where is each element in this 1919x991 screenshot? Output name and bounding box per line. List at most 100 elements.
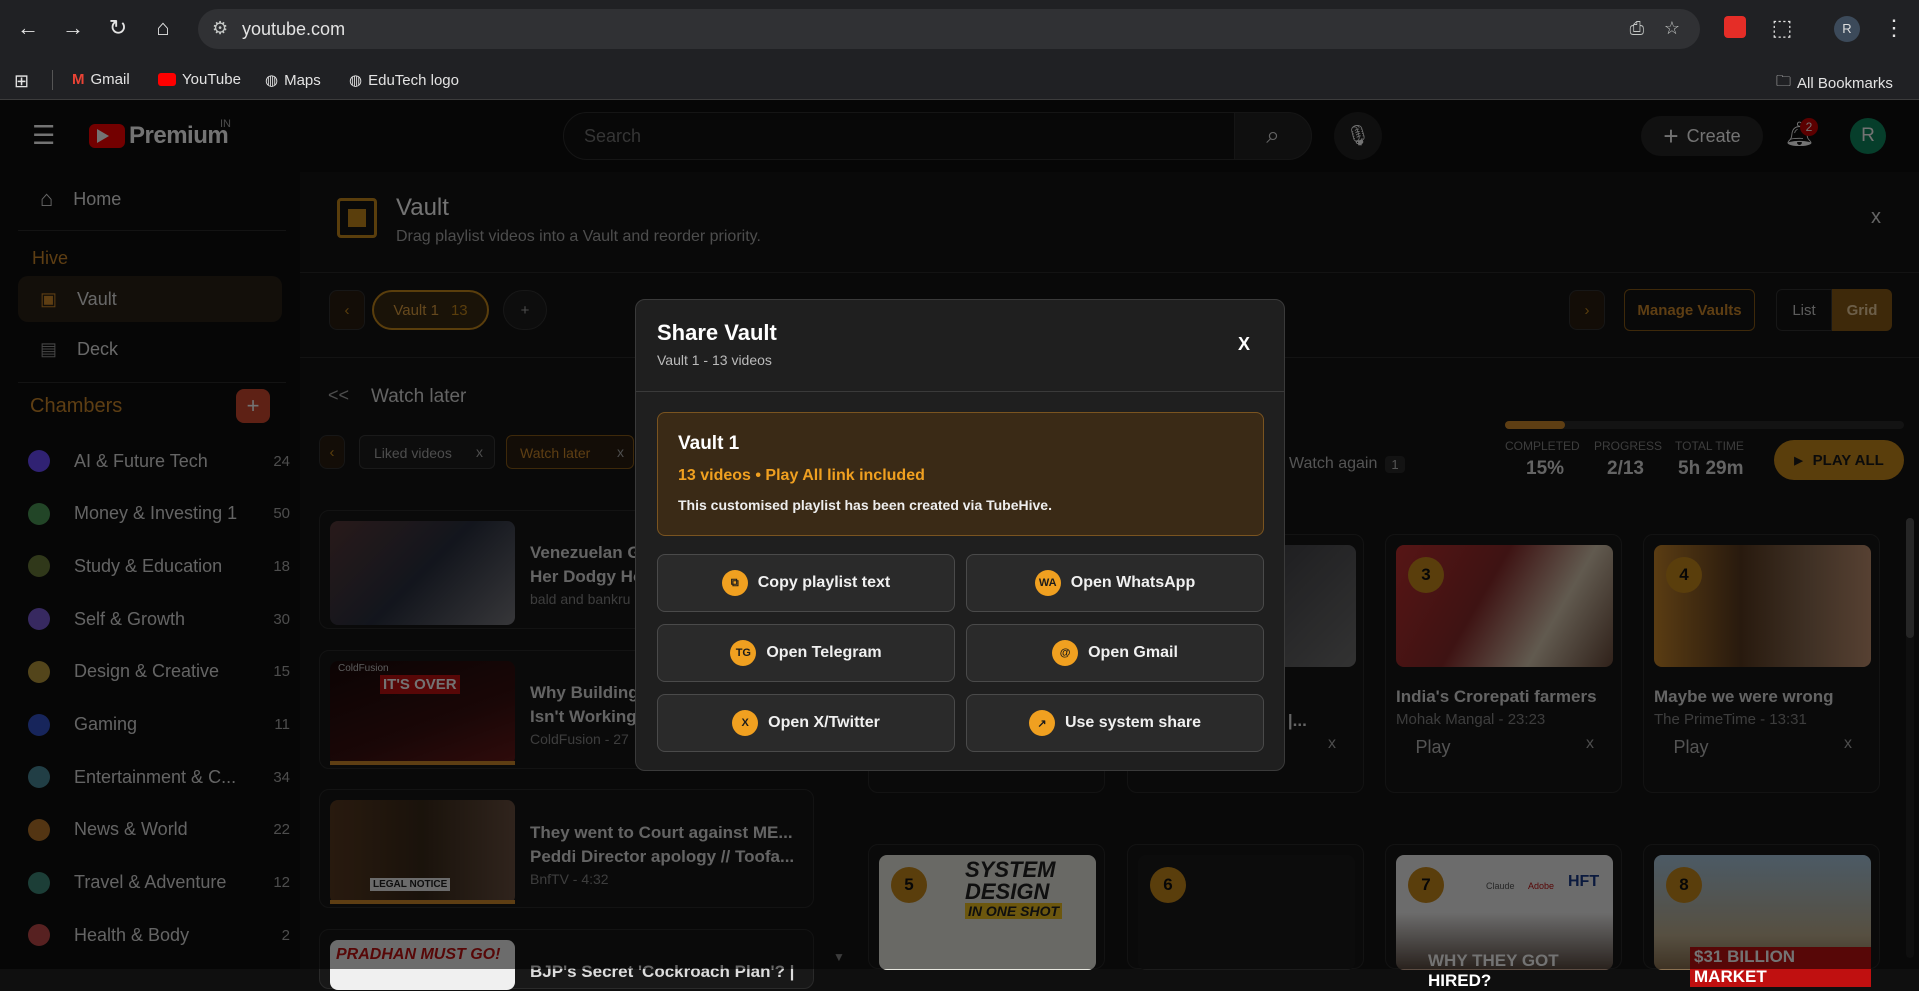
chamber-name: Study & Education (74, 555, 223, 576)
globe-icon: ◍ (265, 72, 279, 89)
chamber-item[interactable]: News & World 22 (28, 810, 290, 850)
all-bookmarks[interactable]: 🗀 All Bookmarks (1776, 71, 1893, 96)
playlist-video-row[interactable]: LEGAL NOTICE They went to Court against … (319, 789, 814, 908)
chamber-item[interactable]: Health & Body 2 (28, 915, 290, 955)
vault-grid-card[interactable]: Claude Adobe HFT WHY THEY GOT HIRED? 7 (1385, 844, 1622, 990)
chamber-item[interactable]: Study & Education 18 (28, 546, 290, 586)
chamber-item[interactable]: Self & Growth 30 (28, 599, 290, 639)
reload-icon[interactable]: ↻ (104, 14, 132, 42)
chamber-item[interactable]: Entertainment & C... 34 (28, 757, 290, 797)
bookmark-maps[interactable]: ◍ Maps (265, 71, 321, 90)
video-title: Peddi Director apology // Toofa... (530, 847, 795, 866)
youtube-icon (158, 73, 176, 86)
search-input[interactable]: Search (563, 112, 1235, 160)
voice-search-button[interactable]: 🎙 (1334, 112, 1382, 160)
manage-vaults-button[interactable]: Manage Vaults (1624, 289, 1755, 331)
address-bar[interactable]: ⚙ youtube.com ⎙ ☆ (198, 9, 1700, 49)
use-system-share-button[interactable]: ↗ Use system share (966, 694, 1264, 752)
vault-grid-card[interactable]: 3 India's Crorepati farmers Mohak Mangal… (1385, 534, 1622, 793)
vault-icon: ▣ (40, 288, 58, 309)
profile-avatar[interactable]: R (1834, 16, 1860, 42)
playlist-scroll-left-button[interactable]: ‹ (319, 435, 345, 469)
remove-button[interactable]: x (1844, 735, 1852, 753)
vault-grid-card[interactable]: $31 BILLION MARKET 8 (1643, 844, 1880, 987)
plus-icon: + (1663, 120, 1679, 151)
grid-view-button[interactable]: Grid (1832, 289, 1892, 331)
play-button[interactable]: Play (1400, 727, 1466, 767)
open-telegram-button[interactable]: TG Open Telegram (657, 624, 955, 682)
vault-grid-card[interactable]: SYSTEM DESIGN IN ONE SHOT 5 (868, 844, 1105, 970)
remove-button[interactable]: x (1586, 735, 1594, 753)
remove-chip-button[interactable]: x (476, 444, 483, 460)
grid-scrollbar[interactable] (1906, 518, 1914, 958)
play-all-button[interactable]: ▶ PLAY ALL (1774, 440, 1904, 480)
share-arrow-icon: ↗ (1028, 710, 1055, 736)
search-button[interactable]: ⌕ (1234, 112, 1312, 160)
sidebar-item-home[interactable]: ⌂ Home (18, 176, 282, 222)
modal-subtitle: Vault 1 - 13 videos (657, 352, 772, 368)
chamber-item[interactable]: Travel & Adventure 12 (28, 863, 290, 903)
site-info-icon[interactable]: ⚙ (212, 18, 228, 39)
forward-icon[interactable]: → (59, 14, 87, 42)
sidebar-item-deck[interactable]: ▤ Deck (18, 326, 282, 372)
copy-playlist-text-button[interactable]: ⧉ Copy playlist text (657, 554, 955, 612)
sidebar-item-vault[interactable]: ▣ Vault (18, 276, 282, 322)
deck-icon: ▤ (40, 338, 58, 359)
chamber-item[interactable]: Gaming 11 (28, 705, 290, 745)
gmail-icon: M (72, 71, 85, 88)
menu-kebab-icon[interactable]: ⋮ (1880, 14, 1908, 42)
bookmark-star-icon[interactable]: ☆ (1664, 18, 1680, 39)
back-icon[interactable]: ← (14, 14, 42, 42)
chamber-icon (28, 818, 50, 841)
chamber-name: AI & Future Tech (74, 450, 208, 471)
chamber-item[interactable]: AI & Future Tech 24 (28, 441, 290, 481)
hamburger-menu-icon[interactable]: ☰ (32, 120, 55, 151)
video-title: Venezuelan G (530, 543, 641, 562)
add-vault-button[interactable]: + (503, 290, 547, 330)
add-chamber-button[interactable]: + (236, 389, 270, 423)
chamber-item[interactable]: Design & Creative 15 (28, 652, 290, 692)
chamber-item[interactable]: Money & Investing 1 50 (28, 494, 290, 534)
vault-scroll-left-button[interactable]: ‹ (329, 290, 365, 330)
chamber-name: Health & Body (74, 924, 190, 945)
open-gmail-button[interactable]: @ Open Gmail (966, 624, 1264, 682)
position-badge: 3 (1408, 557, 1444, 593)
chamber-count: 50 (273, 505, 290, 523)
remove-button[interactable]: x (1328, 735, 1336, 753)
install-icon[interactable]: ⎙ (1630, 18, 1644, 39)
play-button[interactable]: Play (1658, 727, 1724, 767)
vault-tab-vault-1[interactable]: Vault 1 13 (372, 290, 489, 330)
playlist-chip-liked-videos[interactable]: Liked videos x (359, 435, 495, 469)
bookmark-edutech[interactable]: ◍ EduTech logo (349, 71, 459, 90)
remove-chip-button[interactable]: x (617, 444, 624, 460)
extensions-icon[interactable]: ⬚ (1768, 14, 1796, 42)
playlist-back-button[interactable]: << (328, 385, 349, 406)
account-avatar[interactable]: R (1850, 118, 1886, 154)
open-x-twitter-button[interactable]: X Open X/Twitter (657, 694, 955, 752)
completion-progress-fill (1505, 421, 1565, 429)
open-whatsapp-button[interactable]: WA Open WhatsApp (966, 554, 1264, 612)
apps-grid-icon[interactable]: ⊞ (14, 71, 29, 92)
playlist-video-row[interactable]: PRADHAN MUST GO! BJP's Secret 'Cockroach… (319, 929, 814, 990)
playlist-chip-watch-later[interactable]: Watch later x (506, 435, 634, 469)
vault-grid-card[interactable]: 4 Maybe we were wrong The PrimeTime - 13… (1643, 534, 1880, 793)
list-view-button[interactable]: List (1776, 289, 1832, 331)
position-badge: 7 (1408, 867, 1444, 903)
close-vault-button[interactable]: x (1871, 206, 1881, 229)
scroll-down-arrow-icon[interactable]: ▼ (833, 950, 845, 964)
microphone-icon: 🎙 (1345, 125, 1371, 147)
extension-tubehive-icon[interactable] (1724, 16, 1746, 38)
vault-scroll-right-button[interactable]: › (1569, 290, 1605, 330)
create-button[interactable]: + Create (1641, 116, 1763, 156)
hive-section-label: Hive (32, 248, 69, 268)
vault-grid-card[interactable]: 6 (1127, 844, 1364, 970)
home-icon[interactable]: ⌂ (149, 14, 177, 42)
playlist-chip-watch-again[interactable]: Watch again 1 (1289, 455, 1405, 473)
video-meta: BnfTV - 4:32 (530, 871, 609, 887)
bookmark-youtube[interactable]: YouTube (158, 71, 241, 88)
bookmark-gmail[interactable]: M Gmail (72, 71, 130, 88)
modal-close-button[interactable]: X (1238, 334, 1250, 355)
video-title: India's Crorepati farmers (1396, 687, 1597, 706)
chamber-count: 18 (273, 557, 290, 575)
thumbnail-text: DESIGN (965, 879, 1050, 904)
